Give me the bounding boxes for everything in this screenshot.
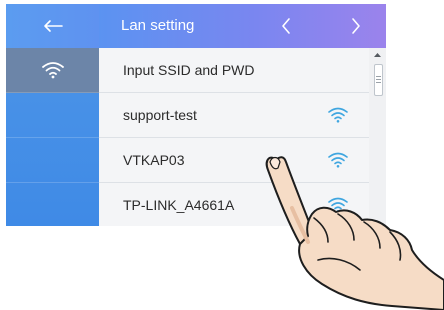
wifi-signal-icon <box>328 107 348 123</box>
grip-line <box>376 79 381 80</box>
sidebar <box>6 4 99 226</box>
page-title: Lan setting <box>121 17 195 34</box>
list-item-label: support-test <box>123 107 197 123</box>
sidebar-item-empty <box>6 93 99 138</box>
previous-page-button[interactable] <box>272 12 300 40</box>
grip-line <box>376 82 381 83</box>
back-button[interactable] <box>6 4 99 48</box>
list-item-input-ssid[interactable]: Input SSID and PWD <box>99 48 369 93</box>
grip-line <box>376 76 381 77</box>
list-item-label: TP-LINK_A4661A <box>123 197 235 213</box>
chevron-left-icon <box>282 18 290 34</box>
header-bar: Lan setting <box>99 4 386 48</box>
list-item-network[interactable]: support-test <box>99 93 369 138</box>
pointing-hand-icon <box>265 156 444 310</box>
scroll-thumb[interactable] <box>374 64 383 96</box>
scroll-up-arrow-icon[interactable] <box>373 51 382 59</box>
next-page-button[interactable] <box>342 12 370 40</box>
list-item-label: VTKAP03 <box>123 152 185 168</box>
sidebar-item-empty <box>6 138 99 183</box>
arrow-left-icon <box>43 20 63 32</box>
sidebar-item-wifi[interactable] <box>6 48 99 93</box>
list-item-label: Input SSID and PWD <box>123 62 255 78</box>
wifi-icon <box>41 62 64 79</box>
chevron-right-icon <box>352 18 360 34</box>
